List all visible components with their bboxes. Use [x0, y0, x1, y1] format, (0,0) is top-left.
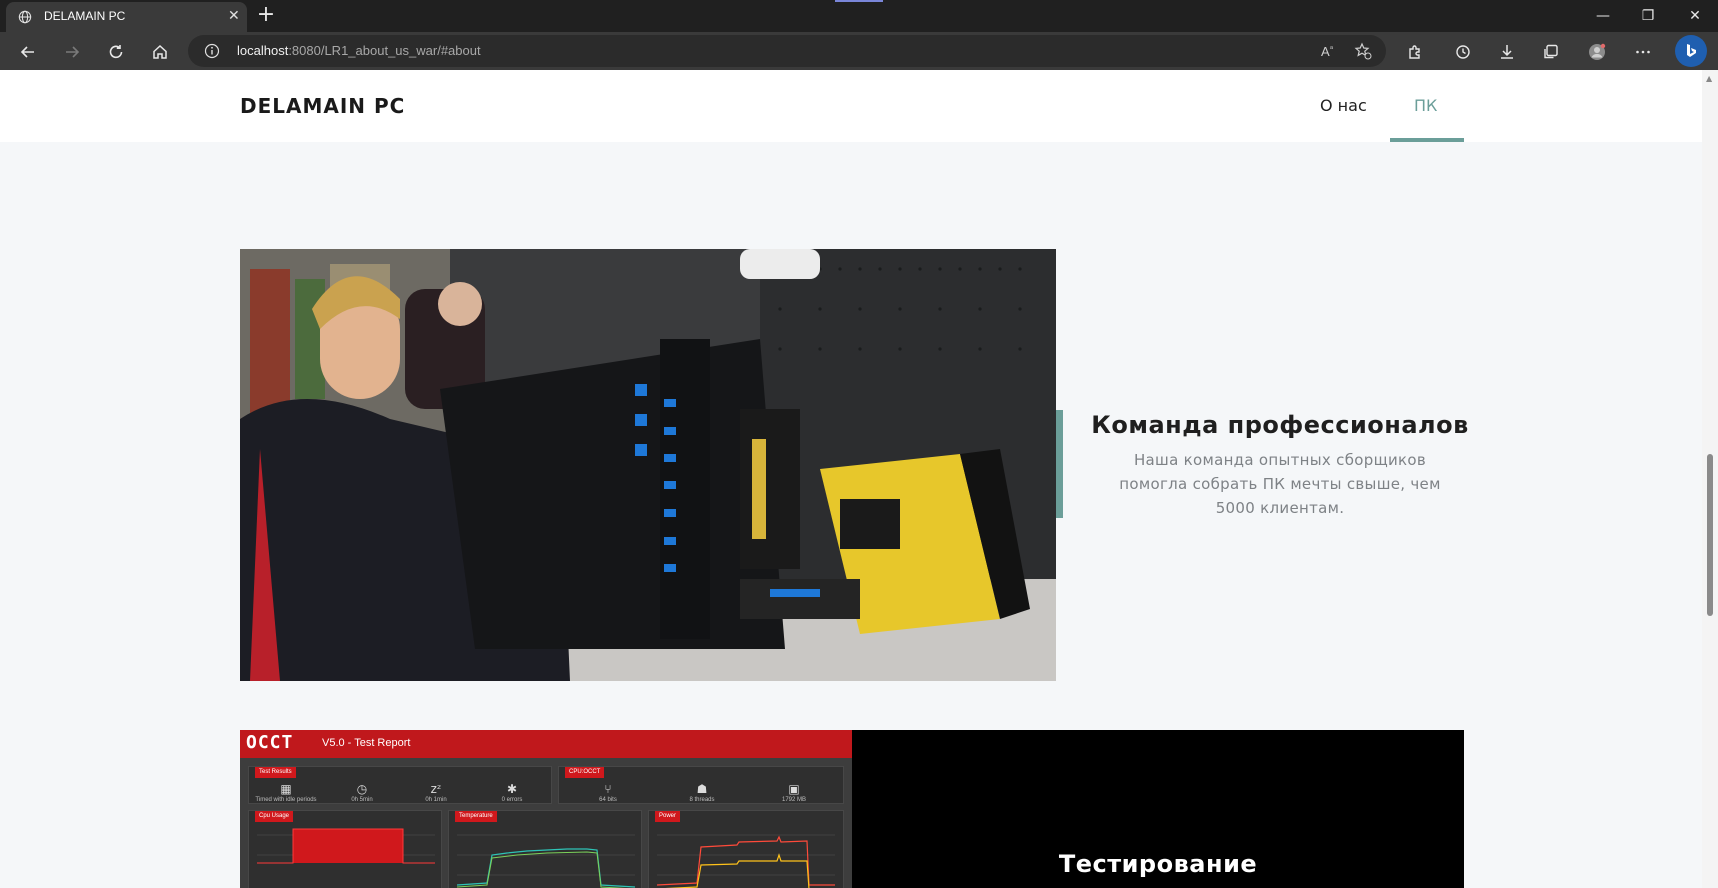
testing-title: Тестирование	[1058, 850, 1258, 878]
cpu-usage-graph	[257, 828, 435, 864]
stopwatch-icon: ◷	[356, 782, 368, 796]
sleep-icon: zᶻ	[430, 782, 442, 796]
favorite-add-icon[interactable]	[1354, 42, 1372, 60]
scrollbar-thumb[interactable]	[1707, 454, 1713, 616]
cpu-occt-panel: CPU:OCCT ⑂ 64 bits ☗ 8 threads ▣ 1792 MB	[558, 766, 844, 804]
browser-toolbar: localhost:8080/LR1_about_us_war/#about A…	[0, 32, 1718, 70]
bits-icon: ⑂	[604, 782, 612, 796]
temperature-tag: Temperature	[455, 811, 497, 822]
settings-menu-button[interactable]	[1629, 38, 1657, 66]
stat-bits: ⑂ 64 bits	[573, 781, 643, 803]
back-button[interactable]	[14, 38, 42, 66]
svg-text:ᵃ: ᵃ	[1330, 44, 1334, 53]
scroll-up-icon[interactable]: ▲	[1706, 74, 1712, 83]
arrow-left-icon	[20, 46, 34, 58]
arrow-right-icon	[66, 46, 80, 58]
nav-link-pc[interactable]: ПК	[1414, 96, 1437, 115]
testing-panel: Тестирование	[852, 730, 1464, 888]
browser-tab-bar: DELAMAIN PC ✕ + — ❐ ✕	[0, 0, 1718, 32]
refresh-button[interactable]	[102, 38, 130, 66]
page-viewport: DELAMAIN PC О нас ПК Команда профессиона…	[0, 70, 1702, 888]
report-version: V5.0 - Test Report	[322, 737, 411, 749]
collections-button[interactable]	[1537, 38, 1565, 66]
cpu-usage-panel: Cpu Usage	[248, 810, 442, 888]
tab-strip-accent	[835, 0, 883, 2]
home-icon	[153, 44, 167, 59]
puzzle-icon	[1409, 45, 1420, 59]
forward-button[interactable]	[58, 38, 86, 66]
stat-errors: ✱ 0 errors	[477, 781, 547, 803]
close-window-button[interactable]: ✕	[1672, 4, 1718, 28]
stat-idle: zᶻ 0h 1min	[401, 781, 471, 803]
nav-link-about[interactable]: О нас	[1320, 96, 1367, 115]
copilot-button[interactable]	[1675, 35, 1707, 67]
info-icon[interactable]	[204, 43, 220, 59]
threads-icon: ☗	[696, 782, 708, 796]
power-tag: Power	[655, 811, 681, 822]
cpu-occt-tag: CPU:OCCT	[565, 767, 605, 778]
stat-mode: ▦ Timed with idle periods	[251, 781, 321, 803]
nav-active-indicator	[1390, 138, 1464, 142]
site-header: DELAMAIN PC О нас ПК	[0, 70, 1702, 142]
downloads-button[interactable]	[1493, 38, 1521, 66]
test-results-panel: Test Results ▦ Timed with idle periods ◷…	[248, 766, 552, 804]
download-icon	[1501, 45, 1513, 59]
memory-icon: ▣	[788, 782, 800, 796]
occt-report-image: OCCT V5.0 - Test Report Test Results ▦ T…	[240, 730, 852, 888]
site-logo[interactable]: DELAMAIN PC	[240, 94, 405, 118]
feature-description: Наша команда опытных сборщиков помогла с…	[1119, 451, 1441, 517]
address-bar[interactable]: localhost:8080/LR1_about_us_war/#about A…	[188, 35, 1386, 67]
stat-memory: ▣ 1792 MB	[759, 781, 829, 803]
test-results-tag: Test Results	[255, 767, 296, 778]
bing-icon	[1687, 44, 1696, 57]
tab-title: DELAMAIN PC	[44, 9, 126, 23]
avatar-icon	[1589, 43, 1606, 60]
svg-text:A: A	[1321, 44, 1330, 59]
team-photo-illustration	[240, 249, 1056, 681]
home-button[interactable]	[146, 38, 174, 66]
power-graph	[657, 834, 835, 888]
feature-title: Команда профессионалов	[1091, 411, 1469, 439]
read-aloud-icon[interactable]: A ᵃ	[1320, 42, 1338, 60]
stat-threads: ☗ 8 threads	[667, 781, 737, 803]
collections-icon	[1544, 44, 1558, 59]
new-tab-button[interactable]: +	[254, 2, 278, 28]
globe-icon	[18, 10, 32, 24]
error-icon: ✱	[506, 782, 518, 796]
page-scrollbar[interactable]: ▲	[1702, 70, 1718, 888]
feature-accent-bar	[1056, 410, 1063, 518]
stat-duration: ◷ 0h 5min	[327, 781, 397, 803]
minimize-button[interactable]: —	[1580, 4, 1626, 28]
team-photo	[240, 249, 1056, 681]
temperature-panel: Temperature	[448, 810, 642, 888]
calendar-icon: ▦	[280, 782, 292, 796]
extensions-button[interactable]	[1401, 38, 1429, 66]
more-icon	[1636, 50, 1650, 54]
occt-logo: OCCT	[246, 732, 294, 753]
cpu-usage-tag: Cpu Usage	[255, 811, 294, 822]
refresh-icon	[109, 45, 123, 59]
restore-button[interactable]: ❐	[1625, 4, 1671, 28]
browser-tab[interactable]: DELAMAIN PC ✕	[6, 2, 247, 32]
power-panel: Power	[648, 810, 844, 888]
url-text: localhost:8080/LR1_about_us_war/#about	[237, 43, 481, 58]
report-header: OCCT V5.0 - Test Report	[240, 730, 852, 758]
history-icon	[1456, 45, 1470, 59]
tab-close-icon[interactable]: ✕	[228, 8, 240, 24]
temperature-graph	[457, 834, 635, 888]
profile-button[interactable]	[1583, 38, 1611, 66]
history-button[interactable]	[1449, 38, 1477, 66]
